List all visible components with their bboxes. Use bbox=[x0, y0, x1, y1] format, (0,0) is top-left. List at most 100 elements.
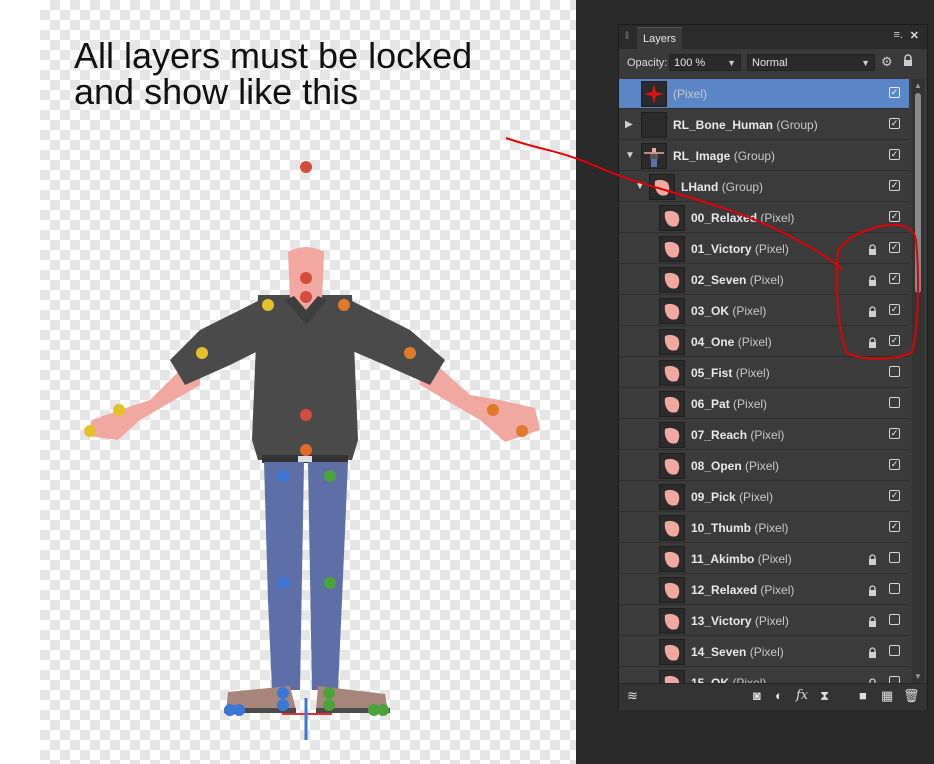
layer-thumbnail bbox=[641, 81, 667, 107]
visibility-checkbox[interactable]: ✓ bbox=[889, 180, 900, 191]
layer-label: RL_Bone_Human (Group) bbox=[673, 118, 818, 132]
layer-row[interactable]: 11_Akimbo (Pixel) bbox=[619, 544, 909, 574]
layer-row[interactable]: 06_Pat (Pixel) bbox=[619, 389, 909, 419]
layer-label: 12_Relaxed (Pixel) bbox=[691, 583, 794, 597]
layer-name: 10_Thumb bbox=[691, 521, 752, 535]
visibility-checkbox[interactable]: ✓ bbox=[889, 304, 900, 315]
pixel-layer-icon[interactable]: ▦ bbox=[881, 688, 893, 704]
layer-type: (Pixel) bbox=[749, 645, 784, 659]
layer-row[interactable]: 07_Reach (Pixel) ✓ bbox=[619, 420, 909, 450]
lock-icon[interactable] bbox=[868, 243, 877, 261]
visibility-checkbox[interactable] bbox=[889, 583, 900, 594]
layer-row[interactable]: 13_Victory (Pixel) bbox=[619, 606, 909, 636]
chevron-down-icon[interactable]: ▼ bbox=[727, 55, 736, 72]
scrollbar[interactable]: ▲ ▼ bbox=[912, 79, 924, 683]
left-leg bbox=[264, 462, 304, 690]
close-icon[interactable]: ✕ bbox=[910, 29, 919, 42]
layer-row[interactable]: ▶ RL_Bone_Human (Group) ✓ bbox=[619, 110, 909, 140]
layer-row[interactable]: 14_Seven (Pixel) bbox=[619, 637, 909, 667]
visibility-checkbox[interactable] bbox=[889, 397, 900, 408]
layer-type: (Pixel) bbox=[749, 273, 784, 287]
lock-icon[interactable] bbox=[868, 336, 877, 354]
gear-icon[interactable]: ⚙ bbox=[881, 54, 893, 70]
visibility-checkbox[interactable]: ✓ bbox=[889, 118, 900, 129]
layer-label: 11_Akimbo (Pixel) bbox=[691, 552, 792, 566]
visibility-checkbox[interactable] bbox=[889, 645, 900, 656]
layer-row[interactable]: 05_Fist (Pixel) bbox=[619, 358, 909, 388]
layer-type: (Pixel) bbox=[760, 583, 795, 597]
visibility-checkbox[interactable]: ✓ bbox=[889, 211, 900, 222]
adjustment-icon[interactable]: ◐ bbox=[775, 688, 783, 703]
folder-icon[interactable]: ■ bbox=[859, 688, 867, 703]
lock-icon[interactable] bbox=[868, 305, 877, 323]
trash-icon[interactable]: 🗑 bbox=[903, 688, 920, 704]
visibility-checkbox[interactable] bbox=[889, 676, 900, 683]
layer-row[interactable]: 09_Pick (Pixel) ✓ bbox=[619, 482, 909, 512]
layers-list: (Pixel) ✓ ▶ RL_Bone_Human (Group) ✓ ▼ RL_Image… bbox=[619, 79, 909, 683]
lock-icon[interactable] bbox=[868, 584, 877, 602]
blend-mode-select[interactable]: Normal ▼ bbox=[747, 54, 875, 71]
layer-row[interactable]: 03_OK (Pixel) ✓ bbox=[619, 296, 909, 326]
collapse-arrow-icon[interactable]: ▼ bbox=[625, 150, 635, 161]
layer-row[interactable]: 04_One (Pixel) ✓ bbox=[619, 327, 909, 357]
panel-bottom-toolbar: ≋ ◙ ◐ fx ⧗ ■ ▦ 🗑 bbox=[619, 683, 927, 710]
visibility-checkbox[interactable] bbox=[889, 552, 900, 563]
layer-row[interactable]: 15_OK (Pixel) bbox=[619, 668, 909, 683]
visibility-checkbox[interactable]: ✓ bbox=[889, 459, 900, 470]
visibility-checkbox[interactable]: ✓ bbox=[889, 149, 900, 160]
layer-name: 08_Open bbox=[691, 459, 742, 473]
visibility-checkbox[interactable] bbox=[889, 366, 900, 377]
expand-arrow-icon[interactable]: ▶ bbox=[625, 119, 633, 130]
tab-layers[interactable]: Layers bbox=[637, 27, 683, 50]
layer-row[interactable]: 02_Seven (Pixel) ✓ bbox=[619, 265, 909, 295]
visibility-checkbox[interactable]: ✓ bbox=[889, 335, 900, 346]
visibility-checkbox[interactable]: ✓ bbox=[889, 490, 900, 501]
lock-icon[interactable] bbox=[903, 54, 913, 67]
opacity-field[interactable]: 100 % ▼ bbox=[669, 54, 741, 71]
layer-row[interactable]: 12_Relaxed (Pixel) bbox=[619, 575, 909, 605]
layer-row[interactable]: 00_Relaxed (Pixel) ✓ bbox=[619, 203, 909, 233]
grip-icon[interactable]: ‖ bbox=[625, 31, 629, 42]
layer-thumbnail bbox=[659, 329, 685, 355]
visibility-checkbox[interactable]: ✓ bbox=[889, 521, 900, 532]
layer-name: LHand bbox=[681, 180, 719, 194]
layer-row[interactable]: 10_Thumb (Pixel) ✓ bbox=[619, 513, 909, 543]
visibility-checkbox[interactable]: ✓ bbox=[889, 87, 900, 98]
lock-icon[interactable] bbox=[868, 274, 877, 292]
layer-thumbnail bbox=[649, 174, 675, 200]
visibility-checkbox[interactable]: ✓ bbox=[889, 428, 900, 439]
visibility-checkbox[interactable]: ✓ bbox=[889, 242, 900, 253]
visibility-checkbox[interactable]: ✓ bbox=[889, 273, 900, 284]
blend-mode-value: Normal bbox=[752, 57, 788, 69]
layer-thumbnail bbox=[659, 360, 685, 386]
layer-row[interactable]: ▼ RL_Image (Group) ✓ bbox=[619, 141, 909, 171]
layer-label: RL_Image (Group) bbox=[673, 149, 775, 163]
layer-thumbnail bbox=[659, 422, 685, 448]
layer-thumbnail bbox=[659, 670, 685, 683]
lock-icon[interactable] bbox=[868, 553, 877, 571]
layer-type: (Pixel) bbox=[754, 521, 789, 535]
mask-icon[interactable]: ◙ bbox=[753, 688, 761, 703]
layers-icon[interactable]: ≋ bbox=[627, 688, 638, 704]
layer-type: (Pixel) bbox=[754, 614, 789, 628]
visibility-checkbox[interactable] bbox=[889, 614, 900, 625]
menu-icon[interactable]: ≡. bbox=[894, 29, 903, 41]
layer-thumbnail bbox=[659, 484, 685, 510]
fx-icon[interactable]: fx bbox=[796, 688, 808, 703]
lock-icon[interactable] bbox=[868, 646, 877, 664]
layer-row[interactable]: ▼ LHand (Group) ✓ bbox=[619, 172, 909, 202]
collapse-arrow-icon[interactable]: ▼ bbox=[635, 181, 645, 192]
layer-type: (Pixel) bbox=[739, 490, 774, 504]
layer-row[interactable]: (Pixel) ✓ bbox=[619, 79, 909, 109]
layer-label: 06_Pat (Pixel) bbox=[691, 397, 767, 411]
layer-type: (Group) bbox=[721, 180, 764, 194]
layer-label: 15_OK (Pixel) bbox=[691, 676, 766, 683]
scrollbar-thumb[interactable] bbox=[915, 93, 921, 293]
layer-row[interactable]: 08_Open (Pixel) ✓ bbox=[619, 451, 909, 481]
layer-row[interactable]: 01_Victory (Pixel) ✓ bbox=[619, 234, 909, 264]
scroll-down-icon[interactable]: ▼ bbox=[914, 672, 922, 681]
scroll-up-icon[interactable]: ▲ bbox=[914, 81, 922, 90]
live-filter-icon[interactable]: ⧗ bbox=[820, 688, 829, 704]
layer-name: RL_Image bbox=[673, 149, 731, 163]
lock-icon[interactable] bbox=[868, 615, 877, 633]
